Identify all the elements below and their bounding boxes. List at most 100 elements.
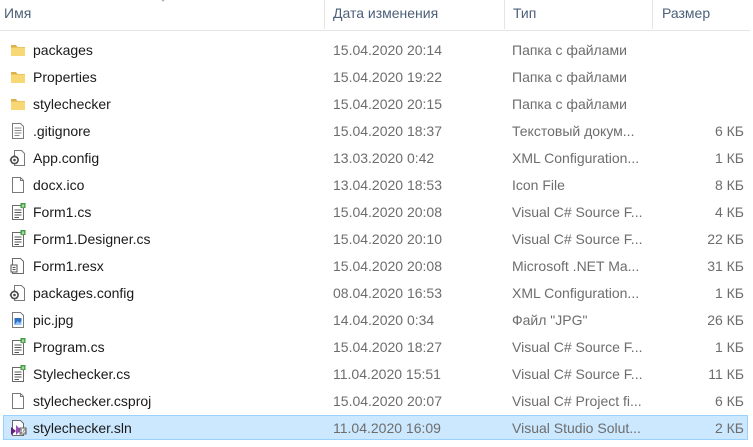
- image-file-icon: [9, 311, 27, 329]
- file-type: Visual C# Source F...: [512, 231, 643, 247]
- svg-text:#: #: [21, 203, 25, 209]
- column-header-bar: Имя Дата изменения Тип Размер: [0, 0, 753, 31]
- file-date: 15.04.2020 19:22: [333, 69, 442, 85]
- file-name: stylechecker.sln: [33, 420, 132, 436]
- solution-file-icon: 16: [9, 419, 27, 437]
- file-name: pic.jpg: [33, 312, 74, 328]
- file-name: Properties: [33, 69, 97, 85]
- file-row[interactable]: # Stylechecker.cs 11.04.2020 15:51 Visual C…: [3, 361, 748, 386]
- file-type: Visual C# Source F...: [512, 339, 643, 355]
- file-date: 15.04.2020 20:15: [333, 96, 442, 112]
- file-date: 15.04.2020 20:08: [333, 204, 442, 220]
- file-size: [657, 65, 744, 90]
- file-name: Form1.cs: [33, 204, 92, 220]
- file-size: 26 КБ: [707, 312, 744, 328]
- file-row[interactable]: docx.ico 13.04.2020 18:53 Icon File 8 КБ: [3, 172, 748, 197]
- file-type: Microsoft .NET Ma...: [512, 258, 640, 274]
- file-type: Папка с файлами: [512, 42, 627, 58]
- file-type: Visual C# Project fi...: [512, 393, 642, 409]
- file-type: Visual C# Source F...: [512, 204, 643, 220]
- file-date: 14.04.2020 0:34: [333, 312, 435, 328]
- file-name: packages.config: [33, 285, 135, 301]
- csharp-file-icon: #: [9, 338, 27, 356]
- file-date: 13.04.2020 18:53: [333, 177, 442, 193]
- folder-icon: [9, 41, 27, 59]
- file-name: packages: [33, 42, 93, 58]
- csharp-file-icon: #: [9, 365, 27, 383]
- file-size: 6 КБ: [714, 393, 744, 409]
- file-type: Папка с файлами: [512, 96, 627, 112]
- file-row[interactable]: # Form1.Designer.cs 15.04.2020 20:10 Visual…: [3, 226, 748, 251]
- file-row[interactable]: Properties 15.04.2020 19:22 Папка с файлам…: [3, 64, 748, 89]
- svg-text:#: #: [21, 338, 25, 344]
- file-date: 11.04.2020 16:09: [333, 420, 441, 436]
- folder-icon: [9, 95, 27, 113]
- column-header-type[interactable]: Тип: [505, 0, 653, 29]
- file-row[interactable]: .gitignore 15.04.2020 18:37 Текстовый доку…: [3, 118, 748, 143]
- blank-file-icon: [9, 392, 27, 410]
- file-type: Папка с файлами: [512, 69, 627, 85]
- file-type: Текстовый докум...: [512, 123, 635, 139]
- file-size: 2 КБ: [714, 420, 744, 436]
- file-row[interactable]: Form1.resx 15.04.2020 20:08 Microsoft .NET…: [3, 253, 748, 278]
- file-size: 1 КБ: [714, 339, 744, 355]
- column-header-date[interactable]: Дата изменения: [325, 0, 505, 29]
- file-size: 1 КБ: [714, 150, 744, 166]
- file-size: 31 КБ: [707, 258, 744, 274]
- file-size: [657, 38, 744, 63]
- file-type: XML Configuration...: [512, 285, 640, 301]
- file-date: 13.03.2020 0:42: [333, 150, 435, 166]
- file-name: Program.cs: [33, 339, 105, 355]
- column-header-name[interactable]: Имя: [0, 0, 325, 29]
- svg-text:16: 16: [20, 429, 26, 435]
- file-size: [657, 92, 744, 117]
- file-row[interactable]: # Program.cs 15.04.2020 18:27 Visual C# Sou…: [3, 334, 748, 359]
- file-date: 15.04.2020 20:07: [333, 393, 442, 409]
- file-date: 08.04.2020 16:53: [333, 285, 442, 301]
- csharp-file-icon: #: [9, 230, 27, 248]
- file-size: 11 КБ: [708, 366, 744, 382]
- file-name: .gitignore: [33, 123, 91, 139]
- file-name: Stylechecker.cs: [33, 366, 131, 382]
- file-size: 8 КБ: [714, 177, 744, 193]
- file-size: 6 КБ: [714, 123, 744, 139]
- file-row[interactable]: # Form1.cs 15.04.2020 20:08 Visual C# Sourc…: [3, 199, 748, 224]
- file-type: Файл "JPG": [512, 312, 588, 328]
- file-row[interactable]: App.config 13.03.2020 0:42 XML Configurati…: [3, 145, 748, 170]
- file-date: 15.04.2020 20:08: [333, 258, 442, 274]
- blank-file-icon: [9, 176, 27, 194]
- file-name: App.config: [33, 150, 100, 166]
- csharp-file-icon: #: [9, 203, 27, 221]
- file-name: Form1.Designer.cs: [33, 231, 151, 247]
- text-file-icon: [9, 122, 27, 140]
- file-row[interactable]: 16 stylechecker.sln 11.04.2020 16:09 Visual…: [3, 415, 748, 440]
- file-type: XML Configuration...: [512, 150, 640, 166]
- file-name: Form1.resx: [33, 258, 104, 274]
- file-row[interactable]: stylechecker.csproj 15.04.2020 20:07 Visua…: [3, 388, 748, 413]
- folder-icon: [9, 68, 27, 86]
- svg-text:#: #: [21, 365, 25, 371]
- file-date: 15.04.2020 18:37: [333, 123, 442, 139]
- file-size: 1 КБ: [714, 285, 744, 301]
- file-date: 11.04.2020 15:51: [333, 366, 441, 382]
- resx-file-icon: [9, 257, 27, 275]
- file-name: stylechecker.csproj: [33, 393, 152, 409]
- file-name: docx.ico: [33, 177, 85, 193]
- file-name: stylechecker: [33, 96, 111, 112]
- file-row[interactable]: pic.jpg 14.04.2020 0:34 Файл "JPG" 26 КБ: [3, 307, 748, 332]
- column-header-size[interactable]: Размер: [653, 0, 753, 29]
- file-row[interactable]: stylechecker 15.04.2020 20:15 Папка с файл…: [3, 91, 748, 116]
- file-type: Visual C# Source F...: [512, 366, 643, 382]
- file-date: 15.04.2020 20:14: [333, 42, 442, 58]
- config-file-icon: [9, 284, 27, 302]
- svg-text:#: #: [21, 230, 25, 236]
- file-row[interactable]: packages 15.04.2020 20:14 Папка с файлами: [3, 37, 748, 62]
- file-size: 4 КБ: [714, 204, 744, 220]
- file-type: Icon File: [512, 177, 565, 193]
- file-row[interactable]: packages.config 08.04.2020 16:53 XML Confi…: [3, 280, 748, 305]
- file-date: 15.04.2020 20:10: [333, 231, 442, 247]
- file-size: 22 КБ: [707, 231, 744, 247]
- config-file-icon: [9, 149, 27, 167]
- file-type: Visual Studio Solut...: [512, 420, 641, 436]
- file-date: 15.04.2020 18:27: [333, 339, 442, 355]
